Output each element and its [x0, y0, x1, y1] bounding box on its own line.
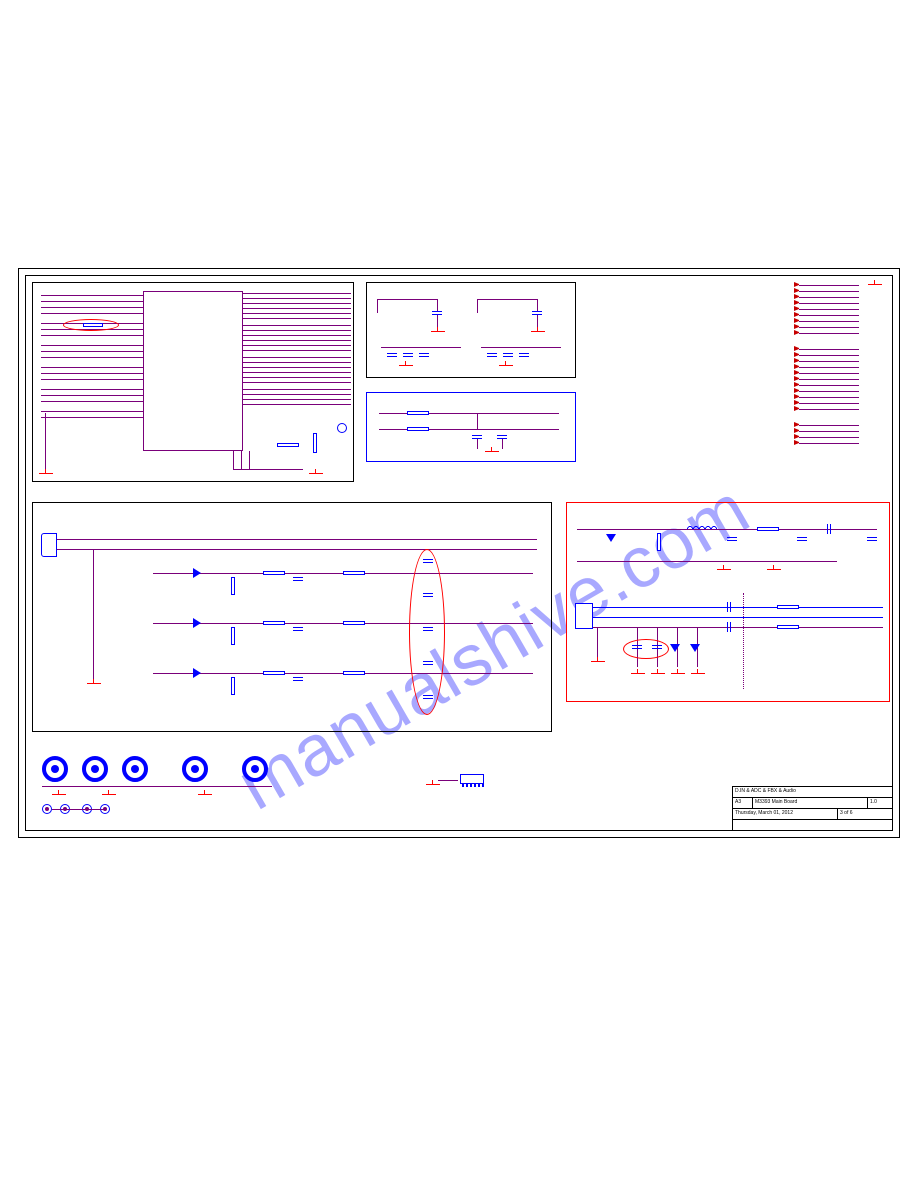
- capacitor-icon: [727, 537, 737, 541]
- adc-block: [32, 282, 354, 482]
- capacitor-icon: [403, 353, 413, 357]
- capacitor-icon: [387, 353, 397, 357]
- ground-icon: [631, 673, 645, 683]
- resistor-icon: [231, 627, 235, 645]
- ground-icon: [39, 473, 53, 483]
- resistor-icon: [777, 625, 799, 629]
- ground-icon: [426, 784, 440, 794]
- inner-frame: manualshive.com: [25, 275, 893, 831]
- ground-icon: [102, 794, 116, 804]
- speaker-icon: [122, 756, 148, 782]
- ground-icon: [198, 794, 212, 804]
- diode-icon: [690, 644, 700, 652]
- connector-icon: [41, 533, 57, 557]
- speaker-icon: [42, 756, 68, 782]
- ground-icon: [691, 673, 705, 683]
- transistor-icon: [193, 668, 201, 678]
- ground-icon: [309, 473, 323, 483]
- resistor-icon: [343, 621, 365, 625]
- capacitor-icon: [293, 577, 303, 581]
- dip-icon: [460, 774, 484, 784]
- ground-icon: [767, 569, 781, 579]
- speaker-icon: [182, 756, 208, 782]
- docnum-field: M3393 Main Board: [753, 798, 868, 808]
- transistor-icon: [193, 618, 201, 628]
- resistor-icon: [83, 323, 103, 327]
- ground-icon: [671, 673, 685, 683]
- capacitor-icon: [727, 602, 731, 612]
- resistor-icon: [313, 433, 317, 453]
- capacitor-icon: [293, 627, 303, 631]
- speaker-icon: [82, 756, 108, 782]
- ground-icon: [531, 331, 545, 341]
- capacitor-icon: [293, 677, 303, 681]
- ground-icon: [431, 331, 445, 341]
- sheet-field: 3 of 6: [838, 809, 892, 819]
- inductor-icon: [687, 523, 717, 529]
- resistor-icon: [231, 577, 235, 595]
- test-point-icon: [337, 423, 347, 433]
- resistor-icon: [263, 621, 285, 625]
- resistor-icon: [343, 571, 365, 575]
- resistor-icon: [277, 443, 299, 447]
- size-field: A3: [733, 798, 753, 808]
- capacitor-icon: [827, 524, 831, 534]
- resistor-icon: [757, 527, 779, 531]
- resistor-icon: [407, 427, 429, 431]
- resistor-icon: [343, 671, 365, 675]
- resistor-icon: [231, 677, 235, 695]
- resistor-icon: [777, 605, 799, 609]
- adc-chip: [143, 291, 243, 451]
- highlight-ellipse-caps: [409, 549, 445, 715]
- date-field: Thursday, March 01, 2012: [733, 809, 838, 819]
- ground-icon: [717, 569, 731, 579]
- resistor-icon: [407, 411, 429, 415]
- capacitor-icon: [487, 353, 497, 357]
- resistor-icon: [657, 533, 661, 551]
- ground-icon: [399, 365, 413, 375]
- highlight-ellipse-filter: [623, 639, 669, 659]
- ground-icon: [485, 451, 499, 461]
- decoupling-block: [366, 282, 576, 378]
- schematic-sheet: manualshive.com: [18, 268, 900, 838]
- capacitor-icon: [519, 353, 529, 357]
- speaker-icon: [242, 756, 268, 782]
- dotted-divider: [743, 593, 744, 689]
- capacitor-icon: [797, 537, 807, 541]
- capacitor-icon: [727, 622, 731, 632]
- ground-icon: [499, 365, 513, 375]
- rev-field: 1.0: [868, 798, 892, 808]
- diode-icon: [606, 534, 616, 542]
- ground-icon: [87, 683, 101, 693]
- resistor-icon: [263, 671, 285, 675]
- ground-icon: [651, 673, 665, 683]
- ground-icon: [868, 284, 882, 294]
- diode-icon: [670, 644, 680, 652]
- ground-icon: [52, 794, 66, 804]
- jack-icon: [42, 804, 52, 814]
- title-field: D.IN & ADC & FBX & Audio: [733, 787, 892, 797]
- transistor-icon: [193, 568, 201, 578]
- capacitor-icon: [503, 353, 513, 357]
- output-filter-block: [566, 502, 890, 702]
- resistor-icon: [263, 571, 285, 575]
- capacitor-icon: [419, 353, 429, 357]
- clock-block: [366, 392, 576, 462]
- connector-icon: [575, 603, 593, 629]
- amp-input-block: [32, 502, 552, 732]
- ground-icon: [591, 661, 605, 671]
- capacitor-icon: [867, 537, 877, 541]
- title-block: D.IN & ADC & FBX & Audio A3 M3393 Main B…: [732, 786, 892, 830]
